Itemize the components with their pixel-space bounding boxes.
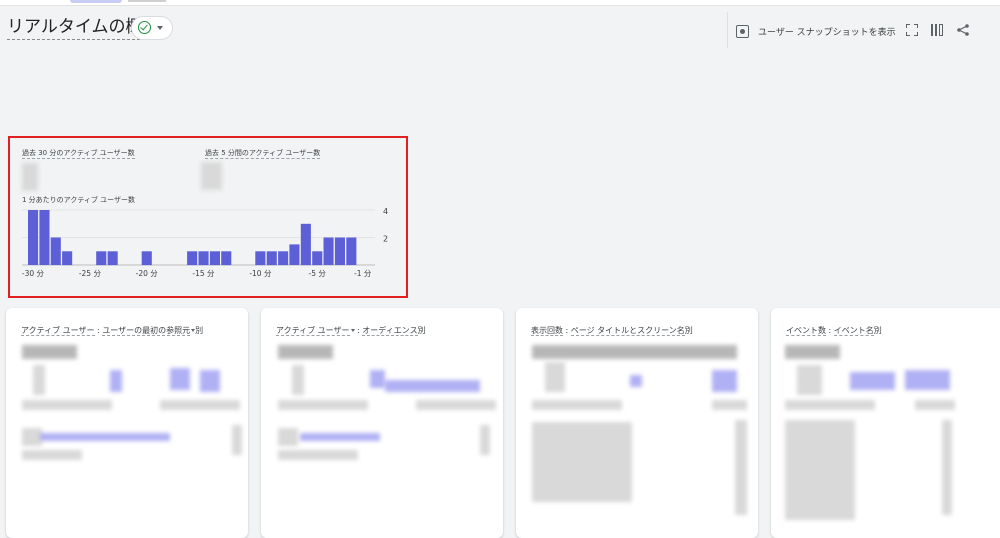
chart-bar[interactable]: [232, 264, 243, 265]
chart-bar[interactable]: [107, 251, 118, 266]
x-tick-label: -30 分: [22, 269, 45, 278]
chart-bar[interactable]: [278, 251, 289, 266]
card-title: イベント数 : イベント名別: [786, 325, 882, 336]
chart-bar[interactable]: [28, 210, 39, 265]
chart-bar[interactable]: [73, 264, 84, 265]
redacted-block: [200, 370, 220, 392]
chart-bar[interactable]: [334, 237, 345, 266]
chart-bar[interactable]: [323, 237, 334, 266]
x-tick-label: -15 分: [192, 269, 215, 278]
redacted-block: [170, 368, 190, 390]
card-source: アクティブ ユーザー : ユーザーの最初の参照元別: [6, 308, 248, 538]
card-suffix: 別: [684, 326, 693, 335]
redacted-block: [480, 425, 490, 455]
x-tick-label: -1 分: [354, 269, 372, 278]
redacted-block: [40, 433, 170, 441]
chart-bar[interactable]: [39, 210, 50, 265]
chart-bar[interactable]: [164, 264, 175, 265]
redacted-block: [797, 365, 822, 395]
chart-bar[interactable]: [357, 264, 368, 265]
x-tick-label: -20 分: [136, 269, 159, 278]
redacted-block: [712, 370, 737, 392]
chart-bar[interactable]: [187, 251, 198, 266]
redacted-block: [278, 400, 368, 410]
redacted-block: [630, 375, 642, 387]
redacted-block: [915, 400, 955, 410]
card-metric[interactable]: イベント数: [786, 326, 826, 336]
chart-bar[interactable]: [266, 251, 277, 266]
chart-bar[interactable]: [50, 237, 61, 266]
chart-bar[interactable]: [300, 223, 311, 266]
redacted-block: [785, 400, 875, 410]
redacted-block: [110, 370, 122, 392]
redacted-block: [22, 428, 42, 446]
card-dimension[interactable]: ページ タイトルとスクリーン名: [570, 326, 685, 336]
card-dimension[interactable]: ユーザーの最初の参照元: [102, 326, 191, 336]
redacted-block: [22, 400, 112, 410]
card-title: アクティブ ユーザー : オーディエンス別: [276, 325, 426, 336]
y-tick-label: 2: [383, 235, 388, 244]
chart-bar[interactable]: [130, 264, 141, 265]
chart-bar[interactable]: [209, 251, 220, 266]
redacted-block: [278, 450, 358, 460]
card-title: 表示回数 : ページ タイトルとスクリーン名別: [531, 325, 693, 336]
card-separator: :: [826, 326, 834, 335]
chart-bar[interactable]: [312, 251, 323, 266]
x-tick-label: -25 分: [79, 269, 102, 278]
chart-bar[interactable]: [84, 264, 95, 265]
chart-bar[interactable]: [175, 264, 186, 265]
chart-bar[interactable]: [118, 264, 129, 265]
redacted-block: [532, 345, 737, 359]
redacted-block: [22, 450, 82, 460]
card-dimension[interactable]: イベント名: [833, 326, 874, 336]
card-metric[interactable]: アクティブ ユーザー: [276, 326, 350, 336]
chart-bar[interactable]: [62, 251, 73, 266]
chart-bar[interactable]: [221, 251, 232, 266]
card-suffix: 別: [417, 326, 426, 335]
redacted-block: [785, 345, 840, 359]
redacted-block: [160, 400, 240, 410]
redacted-block: [785, 420, 855, 520]
redacted-block: [278, 345, 333, 359]
x-tick-label: -10 分: [249, 269, 272, 278]
redacted-block: [942, 420, 952, 515]
redacted-block: [712, 400, 747, 410]
chart-bar[interactable]: [289, 244, 300, 265]
redacted-block: [33, 365, 45, 395]
redacted-block: [416, 400, 496, 410]
chart-bar[interactable]: [255, 251, 266, 266]
card-dimension[interactable]: オーディエンス: [362, 326, 418, 336]
card-metric[interactable]: 表示回数: [531, 326, 563, 336]
card-title: アクティブ ユーザー : ユーザーの最初の参照元別: [21, 325, 203, 336]
chart-bar[interactable]: [198, 251, 209, 266]
card-metric[interactable]: アクティブ ユーザー: [21, 326, 95, 336]
chart-bar[interactable]: [96, 251, 107, 266]
redacted-block: [850, 372, 895, 390]
redacted-block: [232, 425, 242, 455]
redacted-block: [532, 422, 632, 502]
redacted-block: [735, 420, 747, 515]
card-suffix: 別: [873, 326, 882, 335]
chart-bar[interactable]: [244, 264, 255, 265]
card-audience: アクティブ ユーザー : オーディエンス別: [261, 308, 503, 538]
redacted-block: [22, 345, 77, 359]
y-tick-label: 4: [383, 207, 388, 216]
redacted-block: [545, 362, 565, 392]
card-separator: :: [563, 326, 571, 335]
redacted-block: [300, 433, 380, 441]
redacted-block: [278, 428, 298, 446]
redacted-block: [532, 400, 622, 410]
chart-bar[interactable]: [141, 251, 152, 266]
chart-bar[interactable]: [153, 264, 164, 265]
redacted-block: [292, 365, 304, 395]
x-tick-label: -5 分: [309, 269, 327, 278]
redacted-block: [370, 370, 385, 388]
redacted-block: [385, 380, 480, 392]
card-suffix: 別: [195, 326, 204, 335]
chart-bar[interactable]: [346, 237, 357, 266]
redacted-block: [905, 370, 950, 390]
